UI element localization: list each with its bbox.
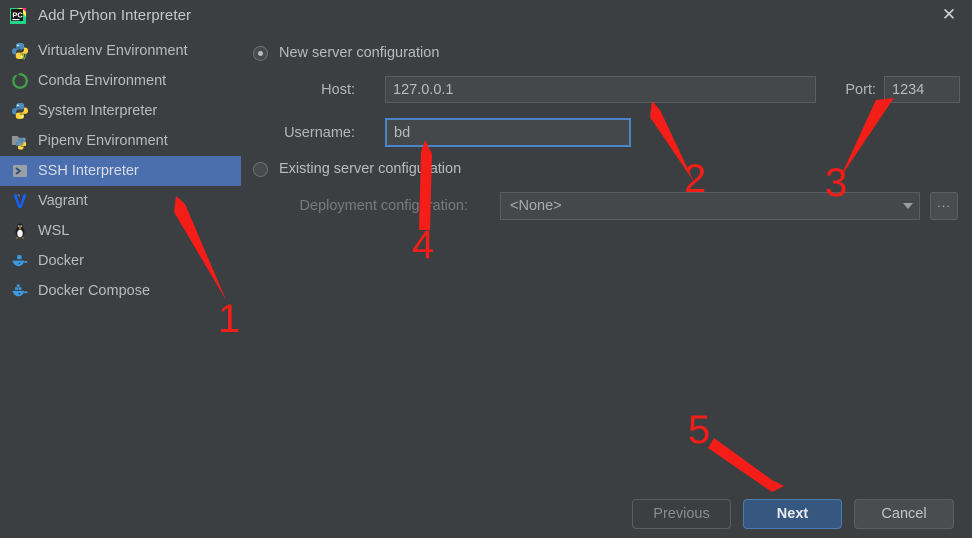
linux-penguin-icon bbox=[11, 222, 29, 240]
svg-text:PC: PC bbox=[12, 10, 23, 19]
sidebar-item-system-interpreter[interactable]: System Interpreter bbox=[0, 96, 241, 126]
radio-indicator bbox=[253, 162, 268, 177]
host-row: Host: 127.0.0.1 Port: 1234 bbox=[250, 76, 966, 103]
docker-whale-icon bbox=[11, 252, 29, 270]
sidebar-item-label: Conda Environment bbox=[38, 73, 166, 89]
username-row: Username: bd bbox=[250, 118, 631, 147]
sidebar-item-label: WSL bbox=[38, 223, 69, 239]
sidebar-item-docker[interactable]: Docker bbox=[0, 246, 241, 276]
vagrant-icon bbox=[11, 192, 29, 210]
sidebar-item-vagrant[interactable]: Vagrant bbox=[0, 186, 241, 216]
conda-icon bbox=[11, 72, 29, 90]
ssh-interpreter-settings-panel: New server configuration Host: 127.0.0.1… bbox=[250, 36, 966, 496]
deployment-configuration-label: Deployment configuration: bbox=[250, 198, 468, 214]
sidebar-item-label: Pipenv Environment bbox=[38, 133, 168, 149]
previous-button[interactable]: Previous bbox=[632, 499, 731, 529]
sidebar-item-docker-compose[interactable]: Docker Compose bbox=[0, 276, 241, 306]
radio-indicator bbox=[253, 46, 268, 61]
sidebar-item-pipenv-environment[interactable]: Pipenv Environment bbox=[0, 126, 241, 156]
ssh-terminal-icon bbox=[11, 162, 29, 180]
cancel-button-label: Cancel bbox=[881, 506, 926, 522]
python-virtualenv-icon: V bbox=[11, 42, 29, 60]
host-field-value: 127.0.0.1 bbox=[393, 82, 453, 98]
port-label: Port: bbox=[830, 82, 876, 98]
next-button-label: Next bbox=[777, 506, 808, 522]
pycharm-icon: PC bbox=[8, 6, 28, 26]
host-label: Host: bbox=[250, 82, 355, 98]
python-icon bbox=[11, 102, 29, 120]
username-field[interactable]: bd bbox=[385, 118, 631, 147]
sidebar-item-wsl[interactable]: WSL bbox=[0, 216, 241, 246]
deployment-configuration-value: <None> bbox=[510, 198, 562, 214]
svg-text:V: V bbox=[22, 53, 28, 60]
pipenv-folder-icon bbox=[11, 132, 29, 150]
dialog-button-bar: Previous Next Cancel bbox=[0, 498, 972, 538]
deployment-browse-button[interactable]: ... bbox=[930, 192, 958, 220]
new-server-configuration-label: New server configuration bbox=[279, 45, 439, 61]
host-field[interactable]: 127.0.0.1 bbox=[385, 76, 816, 103]
sidebar-item-label: Virtualenv Environment bbox=[38, 43, 188, 59]
username-field-value: bd bbox=[394, 125, 410, 141]
sidebar-item-virtualenv-environment[interactable]: V Virtualenv Environment bbox=[0, 36, 241, 66]
sidebar-item-label: SSH Interpreter bbox=[38, 163, 139, 179]
sidebar-item-label: Docker bbox=[38, 253, 84, 269]
username-label: Username: bbox=[250, 125, 355, 141]
sidebar-item-ssh-interpreter[interactable]: SSH Interpreter bbox=[0, 156, 241, 186]
new-server-configuration-radio[interactable]: New server configuration bbox=[253, 42, 439, 64]
sidebar-item-label: Vagrant bbox=[38, 193, 88, 209]
deployment-configuration-row: Deployment configuration: <None> ... bbox=[250, 192, 958, 220]
sidebar-item-label: Docker Compose bbox=[38, 283, 150, 299]
interpreter-type-list[interactable]: V Virtualenv Environment Conda Environme… bbox=[0, 36, 241, 496]
sidebar-item-label: System Interpreter bbox=[38, 103, 157, 119]
port-field[interactable]: 1234 bbox=[884, 76, 960, 103]
window-titlebar: PC Add Python Interpreter ✕ bbox=[0, 0, 972, 31]
port-field-value: 1234 bbox=[892, 82, 924, 98]
previous-button-label: Previous bbox=[653, 506, 709, 522]
cancel-button[interactable]: Cancel bbox=[854, 499, 954, 529]
existing-server-configuration-label: Existing server configuration bbox=[279, 161, 461, 177]
window-title: Add Python Interpreter bbox=[38, 7, 191, 24]
docker-compose-icon bbox=[11, 282, 29, 300]
deployment-configuration-dropdown[interactable]: <None> bbox=[500, 192, 920, 220]
sidebar-item-conda-environment[interactable]: Conda Environment bbox=[0, 66, 241, 96]
existing-server-configuration-radio[interactable]: Existing server configuration bbox=[253, 158, 461, 180]
next-button[interactable]: Next bbox=[743, 499, 842, 529]
close-icon[interactable]: ✕ bbox=[926, 0, 972, 31]
chevron-down-icon bbox=[903, 203, 913, 209]
